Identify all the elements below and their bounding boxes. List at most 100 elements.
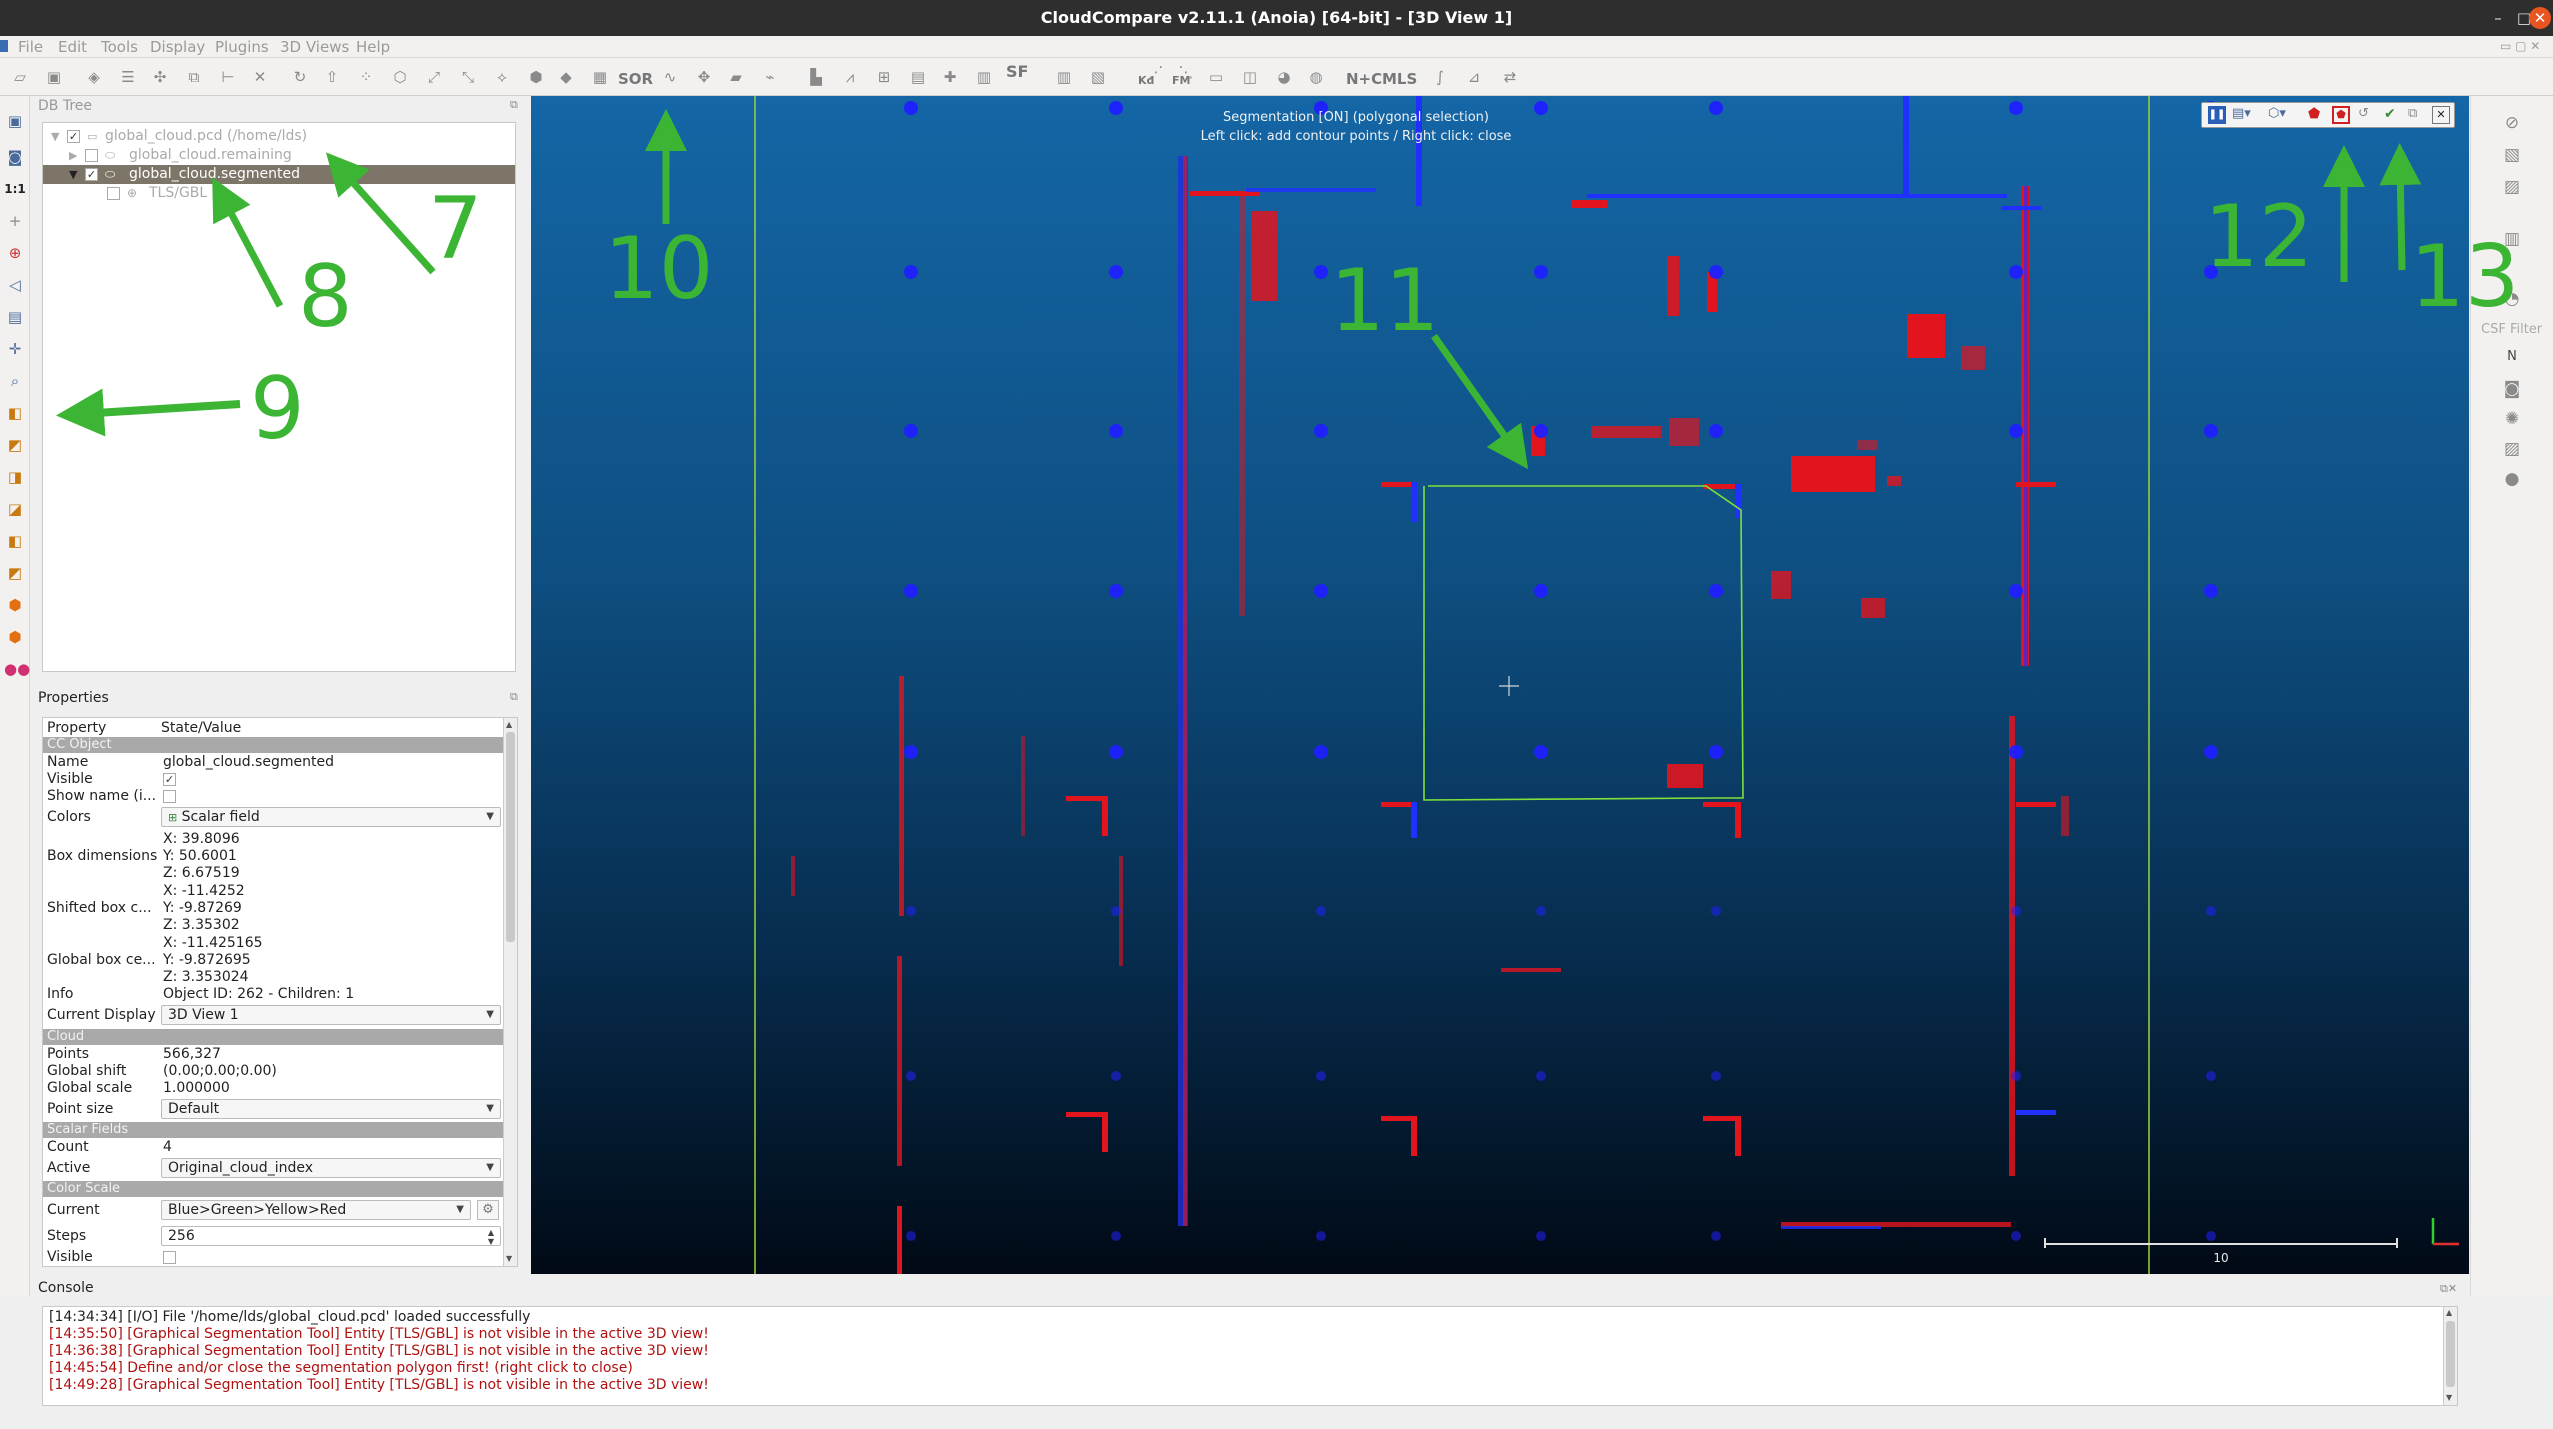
- kdtree-icon[interactable]: ⋰: [1146, 62, 1166, 82]
- list-icon[interactable]: ☰: [118, 67, 138, 87]
- mesh-icon[interactable]: ⬡: [390, 67, 410, 87]
- add-sf-icon[interactable]: ✚: [940, 67, 960, 87]
- move-icon[interactable]: ✥: [694, 67, 714, 87]
- polygon-mode-icon[interactable]: ⬡▾: [2268, 106, 2286, 121]
- plane-icon[interactable]: ▰: [726, 67, 746, 87]
- normal-n-button[interactable]: N: [2499, 344, 2525, 370]
- camera-icon[interactable]: ◙: [4, 146, 26, 168]
- load-polyline-icon[interactable]: ▤▾: [2232, 106, 2251, 121]
- normal-icon[interactable]: ⌁: [760, 67, 780, 87]
- expand-icon[interactable]: ▶: [69, 146, 77, 165]
- current-display-select[interactable]: 3D View 1 ▼: [161, 1005, 501, 1025]
- tree-checkbox[interactable]: ✓: [85, 168, 98, 181]
- crop-icon[interactable]: ◫: [1240, 67, 1260, 87]
- validate-icon[interactable]: ✔: [2384, 106, 2396, 122]
- align-icon[interactable]: ⊢: [218, 67, 238, 87]
- noise-icon[interactable]: ∿: [660, 67, 680, 87]
- close-window-button[interactable]: ✕: [2529, 7, 2551, 29]
- active-sf-select[interactable]: Original_cloud_index ▼: [161, 1158, 501, 1178]
- segmentation-polygon[interactable]: [1423, 485, 1744, 801]
- box-icon[interactable]: ▭: [1206, 67, 1226, 87]
- sf-gradient-icon[interactable]: ⊞: [874, 67, 894, 87]
- menu-edit[interactable]: Edit: [58, 38, 87, 56]
- iso2-view-icon[interactable]: ⬢: [4, 626, 26, 648]
- register-icon[interactable]: ⇄: [1500, 67, 1520, 87]
- plugin-e-icon[interactable]: ◙: [2499, 376, 2525, 402]
- back-view-icon[interactable]: ◪: [4, 498, 26, 520]
- pause-icon[interactable]: ❚❚: [2208, 106, 2226, 124]
- tree-item-remaining[interactable]: ▶ ⬭ global_cloud.remaining: [43, 146, 515, 165]
- create-icon[interactable]: ▥: [1054, 67, 1074, 87]
- center-icon[interactable]: ✛: [4, 338, 26, 360]
- left-view-icon[interactable]: ◨: [4, 466, 26, 488]
- point-cloud-canvas[interactable]: 10: [531, 96, 2469, 1274]
- mls-button[interactable]: MLS: [1382, 70, 1417, 88]
- clone-icon[interactable]: ◈: [84, 67, 104, 87]
- steps-spinbox[interactable]: 256 ▲ ▼: [161, 1226, 501, 1246]
- perspective-icon[interactable]: ◁: [4, 274, 26, 296]
- menu-tools[interactable]: Tools: [101, 38, 138, 56]
- view-icon[interactable]: ▣: [4, 110, 26, 132]
- scrollbar-thumb[interactable]: [506, 732, 515, 942]
- menu-help[interactable]: Help: [356, 38, 390, 56]
- menu-file[interactable]: File: [18, 38, 43, 56]
- sf-button[interactable]: SF: [1006, 62, 1028, 81]
- top-view-icon[interactable]: ◩: [4, 434, 26, 456]
- distance-icon[interactable]: ⤢: [424, 67, 444, 87]
- scale-visible-checkbox[interactable]: [163, 1251, 176, 1264]
- console-float-icon[interactable]: ⧉✕: [2440, 1282, 2457, 1296]
- light-icon[interactable]: ▤: [4, 306, 26, 328]
- curve-icon[interactable]: ∫: [1430, 67, 1450, 87]
- bottom-view-icon[interactable]: ◩: [4, 562, 26, 584]
- front-view-icon[interactable]: ◧: [4, 402, 26, 424]
- sphere-plugin-icon[interactable]: ●: [2499, 466, 2525, 492]
- graph-icon[interactable]: ⩘: [840, 67, 860, 87]
- hide-icon[interactable]: ⊘: [2499, 110, 2525, 136]
- plugin-a-icon[interactable]: ▧: [2499, 142, 2525, 168]
- tree-item-pcd[interactable]: ▼ ✓ ▭ global_cloud.pcd (/home/lds): [43, 127, 515, 146]
- collapse-icon[interactable]: ▼: [69, 165, 77, 184]
- classify-icon[interactable]: ▧: [1088, 67, 1108, 87]
- color-scale-select[interactable]: Blue>Green>Yellow>Red ▼: [161, 1200, 471, 1220]
- 3d-view[interactable]: 10 Segmentation [ON] (polygonal selectio…: [531, 96, 2469, 1274]
- zoom-icon[interactable]: ⌕: [4, 370, 26, 392]
- c2m-icon[interactable]: ⤡: [458, 67, 478, 87]
- stereo-icon[interactable]: ●●: [4, 658, 30, 680]
- properties-scrollbar[interactable]: ▲ ▼: [503, 718, 517, 1266]
- auto-pick-icon[interactable]: ⊕: [4, 242, 26, 264]
- checker-icon[interactable]: ▦: [590, 67, 610, 87]
- save-icon[interactable]: ▣: [44, 67, 64, 87]
- plugin-f-icon[interactable]: ✺: [2499, 406, 2525, 432]
- sf-filter-icon[interactable]: ▤: [908, 67, 928, 87]
- label-icon[interactable]: ◆: [556, 67, 576, 87]
- db-tree-float-icon[interactable]: ⧉: [510, 98, 518, 112]
- sample-icon[interactable]: ⁘: [356, 67, 376, 87]
- right-view-icon[interactable]: ◧: [4, 530, 26, 552]
- colors-select[interactable]: ⊞ Scalar field ▼: [161, 807, 501, 827]
- pivot-icon[interactable]: +: [4, 210, 26, 232]
- collapse-icon[interactable]: ▼: [51, 127, 59, 146]
- fit-icon[interactable]: ⊿: [1464, 67, 1484, 87]
- tree-checkbox[interactable]: [85, 149, 98, 162]
- segment-in-icon[interactable]: ⬟: [2308, 106, 2320, 122]
- minimize-icon[interactable]: –: [2487, 7, 2509, 29]
- console-scrollbar[interactable]: ▲ ▼: [2443, 1307, 2457, 1405]
- menu-3d-views[interactable]: 3D Views: [280, 38, 349, 56]
- menu-display[interactable]: Display: [150, 38, 205, 56]
- visible-checkbox[interactable]: ✓: [163, 773, 176, 786]
- translate-icon[interactable]: ⇧: [322, 67, 342, 87]
- rotate-icon[interactable]: ↻: [290, 67, 310, 87]
- plugin-g-icon[interactable]: ▨: [2499, 436, 2525, 462]
- filter-icon[interactable]: ⬢: [526, 67, 546, 87]
- validate-delete-icon[interactable]: ⧉: [2408, 106, 2417, 121]
- tree-checkbox[interactable]: ✓: [67, 130, 80, 143]
- reset-icon[interactable]: ↺: [2358, 106, 2369, 121]
- sor-button[interactable]: SOR: [618, 70, 653, 88]
- cc-icon[interactable]: ⟡: [492, 67, 512, 87]
- facet-icon[interactable]: ⋱: [1176, 62, 1196, 82]
- subsample-icon[interactable]: ⧉: [184, 67, 204, 87]
- open-icon[interactable]: ▱: [10, 67, 30, 87]
- point-size-select[interactable]: Default ▼: [161, 1099, 501, 1119]
- globe-icon[interactable]: ◍: [1306, 67, 1326, 87]
- plugin-b-icon[interactable]: ▨: [2499, 174, 2525, 200]
